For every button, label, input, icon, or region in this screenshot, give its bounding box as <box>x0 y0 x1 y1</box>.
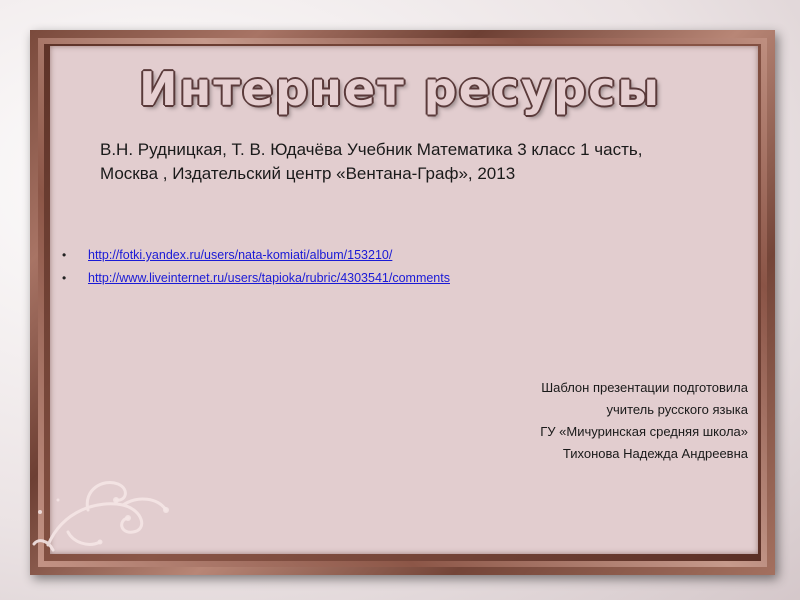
credit-line: Тихонова Надежда Андреевна <box>562 446 748 461</box>
bullet-icon: • <box>62 248 67 262</box>
slide-title: Интернет ресурсы <box>139 62 661 116</box>
bullet-icon: • <box>62 271 67 285</box>
author-credits: Шаблон презентации подготовила учитель р… <box>540 377 748 465</box>
credit-line: ГУ «Мичуринская средняя школа» <box>540 424 748 439</box>
list-item: • http://fotki.yandex.ru/users/nata-komi… <box>62 244 450 267</box>
credit-line: учитель русского языка <box>606 402 748 417</box>
presentation-slide: Интернет ресурсы В.Н. Рудницкая, Т. В. Ю… <box>0 0 800 600</box>
link-fotki-yandex[interactable]: http://fotki.yandex.ru/users/nata-komiat… <box>88 248 392 262</box>
link-liveinternet[interactable]: http://www.liveinternet.ru/users/tapioka… <box>88 271 450 285</box>
floral-swirl-icon <box>32 481 169 552</box>
textbook-reference: В.Н. Рудницкая, Т. В. Юдачёва Учебник Ма… <box>100 138 750 186</box>
credit-line: Шаблон презентации подготовила <box>541 380 748 395</box>
reference-line-2: Москва , Издательский центр «Вентана-Гра… <box>100 164 516 183</box>
link-list: • http://fotki.yandex.ru/users/nata-komi… <box>62 244 450 290</box>
list-item: • http://www.liveinternet.ru/users/tapio… <box>62 267 450 290</box>
reference-line-1: В.Н. Рудницкая, Т. В. Юдачёва Учебник Ма… <box>100 140 643 159</box>
